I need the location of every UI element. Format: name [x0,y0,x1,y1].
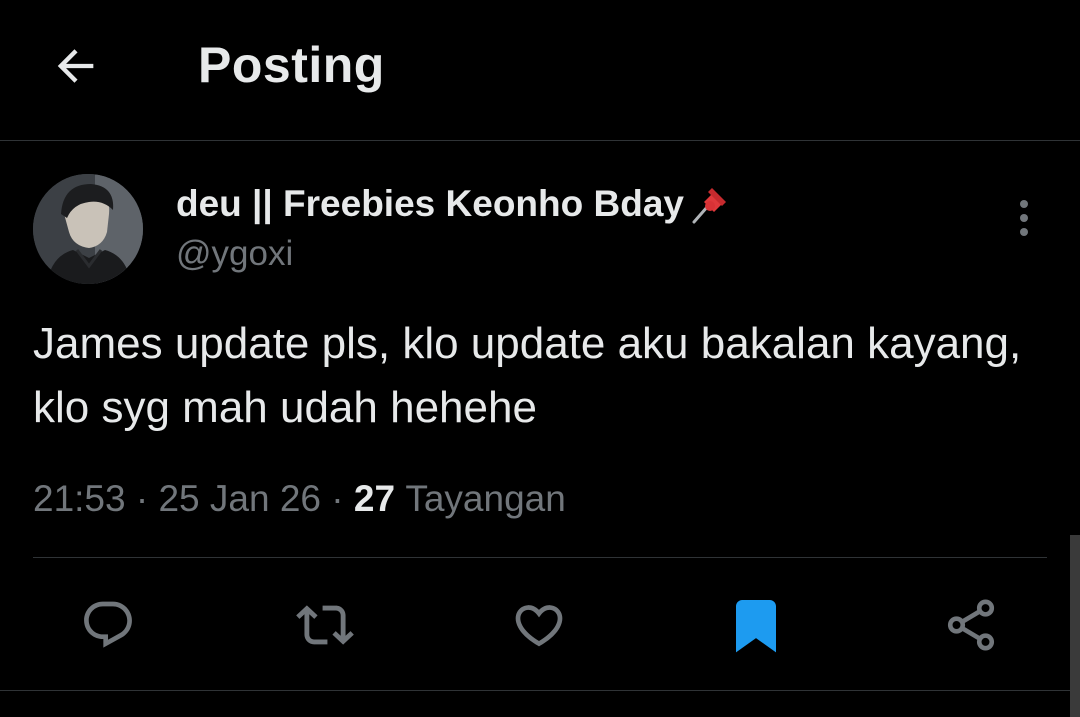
pushpin-icon [692,188,726,224]
post-detail-screen: Posting deu || Freebies Keonho Bday @ygo… [0,0,1080,717]
bookmark-button[interactable] [721,590,791,660]
more-options-button[interactable] [1004,196,1044,240]
action-bar [0,590,1080,660]
divider [0,690,1080,691]
share-button[interactable] [936,590,1006,660]
more-vertical-icon [1020,200,1028,236]
views-count: 27 [353,478,406,519]
repost-button[interactable] [290,590,360,660]
author-handle[interactable]: @ygoxi [176,234,293,274]
back-button[interactable] [48,38,104,94]
views-label: Tayangan [405,478,566,519]
repost-icon [296,605,354,645]
meta-separator: · [135,478,159,519]
bookmark-icon [736,600,776,653]
page-title: Posting [198,37,385,93]
meta-separator: · [331,478,354,519]
post-time[interactable]: 21:53 [33,478,126,519]
top-app-bar: Posting [0,0,1080,141]
share-icon [947,599,995,651]
post-text: James update pls, klo update aku bakalan… [33,319,1022,432]
reply-button[interactable] [73,590,143,660]
heart-icon [515,605,563,647]
scrollbar[interactable] [1070,535,1080,717]
post-date[interactable]: 25 Jan 26 [158,478,321,519]
author-display-name[interactable]: deu || Freebies Keonho Bday [176,182,732,226]
like-button[interactable] [504,590,574,660]
avatar[interactable] [33,174,143,284]
divider [33,557,1047,558]
author-name-text: deu || Freebies Keonho Bday [176,183,684,224]
reply-icon [84,601,132,648]
arrow-left-icon [57,49,94,83]
post-metadata: 21:53 · 25 Jan 26 · 27 Tayangan [33,478,566,520]
